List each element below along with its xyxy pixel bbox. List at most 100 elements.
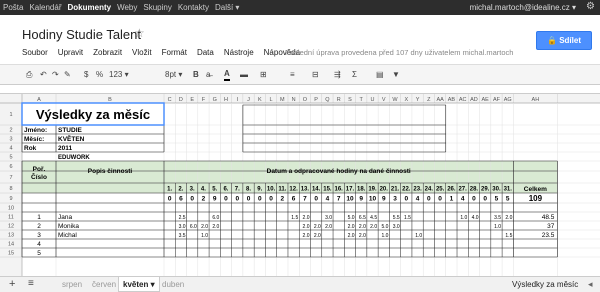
share-label: Sdílet bbox=[559, 36, 581, 45]
row-header-label: 1 bbox=[9, 112, 12, 118]
redo-icon[interactable]: ↷ bbox=[52, 69, 59, 81]
hour-value: 1.5 bbox=[404, 215, 411, 221]
day-total: 0 bbox=[472, 196, 476, 203]
day-total: 0 bbox=[404, 196, 408, 203]
day-total: 0 bbox=[190, 196, 194, 203]
sum-button[interactable]: Σ bbox=[352, 69, 357, 81]
day-number: 2. bbox=[178, 187, 183, 193]
hour-value: 5.0 bbox=[381, 224, 388, 230]
fill-color-icon[interactable]: ▬ bbox=[240, 69, 248, 81]
day-number: 8. bbox=[246, 187, 251, 193]
menu-item[interactable]: Data bbox=[197, 48, 214, 57]
last-edit-notice[interactable]: Poslední úprava provedena před 107 dny u… bbox=[285, 48, 513, 57]
day-total: 0 bbox=[258, 196, 262, 203]
day-number: 20. bbox=[380, 187, 389, 193]
gear-icon[interactable]: ⚙ bbox=[586, 1, 595, 12]
day-total: 6 bbox=[179, 196, 183, 203]
menu-item[interactable]: Vložit bbox=[132, 48, 152, 57]
day-number: 10. bbox=[267, 187, 276, 193]
add-sheet-button[interactable]: + bbox=[9, 278, 15, 290]
hour-value: 3.5 bbox=[494, 215, 501, 221]
nav-item[interactable]: Pošta bbox=[3, 3, 23, 12]
borders-icon[interactable]: ⊞ bbox=[260, 69, 267, 81]
font-size-dropdown[interactable]: 8pt ▾ bbox=[165, 69, 182, 81]
merge-cells-icon[interactable]: ⊟ bbox=[312, 69, 319, 81]
person-total: 37 bbox=[547, 223, 555, 230]
day-number: 15. bbox=[323, 187, 332, 193]
menu-item[interactable]: Zobrazit bbox=[93, 48, 122, 57]
wrap-text-icon[interactable]: ⇶ bbox=[334, 69, 341, 81]
day-total: 0 bbox=[438, 196, 442, 203]
menu-item[interactable]: Soubor bbox=[22, 48, 48, 57]
nav-item[interactable]: Weby bbox=[117, 3, 137, 12]
day-number: 26. bbox=[447, 187, 456, 193]
account-menu[interactable]: michal.martoch@idealine.cz ▾ bbox=[470, 3, 576, 12]
share-button[interactable]: 🔒 Sdílet bbox=[536, 31, 592, 50]
day-number: 27. bbox=[458, 187, 467, 193]
person-name: Monika bbox=[58, 223, 79, 230]
tab-srpen[interactable]: srpen bbox=[62, 280, 82, 289]
tab-cerven[interactable]: červen bbox=[92, 280, 116, 289]
day-total: 10 bbox=[369, 196, 377, 203]
nav-item[interactable]: Dokumenty bbox=[68, 3, 112, 12]
formula-bar[interactable] bbox=[0, 85, 600, 94]
menu-item[interactable]: Nástroje bbox=[224, 48, 254, 57]
day-total: 0 bbox=[224, 196, 228, 203]
row-header-label: 3 bbox=[9, 137, 12, 143]
column-header-label: L bbox=[270, 97, 273, 103]
hour-value: 1.5 bbox=[505, 233, 512, 239]
column-header-label: AE bbox=[482, 97, 490, 103]
menu-item[interactable]: Upravit bbox=[58, 48, 83, 57]
filter-icon[interactable]: ▼ bbox=[392, 69, 400, 81]
day-total: 4 bbox=[461, 196, 465, 203]
info-value: KVĚTEN bbox=[58, 134, 85, 143]
bold-button[interactable]: B bbox=[193, 69, 199, 81]
align-left-icon[interactable]: ≡ bbox=[290, 69, 295, 81]
star-icon[interactable]: ☆ bbox=[134, 26, 145, 40]
day-total: 5 bbox=[506, 196, 510, 203]
hour-value: 2.5 bbox=[179, 215, 186, 221]
nav-item[interactable]: Kalendář bbox=[29, 3, 61, 12]
info-label: Měsíc: bbox=[24, 136, 44, 143]
row-number: 1 bbox=[37, 214, 41, 221]
currency-button[interactable]: $ bbox=[84, 69, 88, 81]
menu-item[interactable]: Formát bbox=[162, 48, 187, 57]
tab-duben[interactable]: duben bbox=[162, 280, 184, 289]
day-number: 3. bbox=[190, 187, 195, 193]
hour-value: 2.0 bbox=[303, 233, 310, 239]
spreadsheet-grid[interactable]: A B C D E F G H I J K L M N O P Q R S T U V W X Y Z AA AB AC AD AE AF AG… bbox=[0, 94, 600, 276]
day-total: 4 bbox=[326, 196, 330, 203]
nav-item[interactable]: Kontakty bbox=[178, 3, 209, 12]
grid-canvas[interactable]: A B C D E F G H I J K L M N O P Q R S T U V W X Y Z AA AB AC AD AE AF AG… bbox=[0, 94, 600, 276]
number-format-dropdown[interactable]: 123 ▾ bbox=[109, 69, 129, 81]
text-color-button[interactable]: A bbox=[224, 69, 230, 81]
hour-value: 2.0 bbox=[348, 233, 355, 239]
total-header: Celkem bbox=[524, 186, 547, 193]
row-header-label: 14 bbox=[8, 242, 14, 248]
undo-icon[interactable]: ↶ bbox=[40, 69, 47, 81]
tab-kveten[interactable]: květen ▾ bbox=[118, 277, 160, 292]
day-number: 6. bbox=[223, 187, 228, 193]
column-header-label: C bbox=[168, 97, 172, 103]
selection-summary: Výsledky za měsíc bbox=[512, 280, 579, 289]
strikethrough-icon[interactable]: a̶ bbox=[206, 69, 210, 81]
row-header-label: 13 bbox=[8, 233, 14, 239]
percent-button[interactable]: % bbox=[96, 69, 103, 81]
day-number: 16. bbox=[335, 187, 344, 193]
day-total: 0 bbox=[314, 196, 318, 203]
print-icon[interactable]: ⎙ bbox=[26, 69, 32, 81]
nav-item[interactable]: Další ▾ bbox=[215, 3, 239, 12]
paint-format-icon[interactable]: ✎ bbox=[64, 69, 71, 81]
days-header: Datum a odpracované hodiny na dané činno… bbox=[267, 168, 411, 175]
nav-item[interactable]: Skupiny bbox=[143, 3, 171, 12]
document-title[interactable]: Hodiny Studie Talent bbox=[22, 27, 141, 42]
hour-value: 6.0 bbox=[190, 224, 197, 230]
column-header-label: AH bbox=[532, 97, 540, 103]
day-number: 11. bbox=[278, 187, 286, 193]
day-number: 25. bbox=[436, 187, 445, 193]
day-number: 29. bbox=[481, 187, 490, 193]
insert-chart-icon[interactable]: ▤ bbox=[376, 69, 384, 81]
day-number: 4. bbox=[201, 187, 206, 193]
explore-icon[interactable]: ◂ bbox=[588, 279, 593, 290]
sheet-list-button[interactable]: ≡ bbox=[28, 278, 34, 289]
